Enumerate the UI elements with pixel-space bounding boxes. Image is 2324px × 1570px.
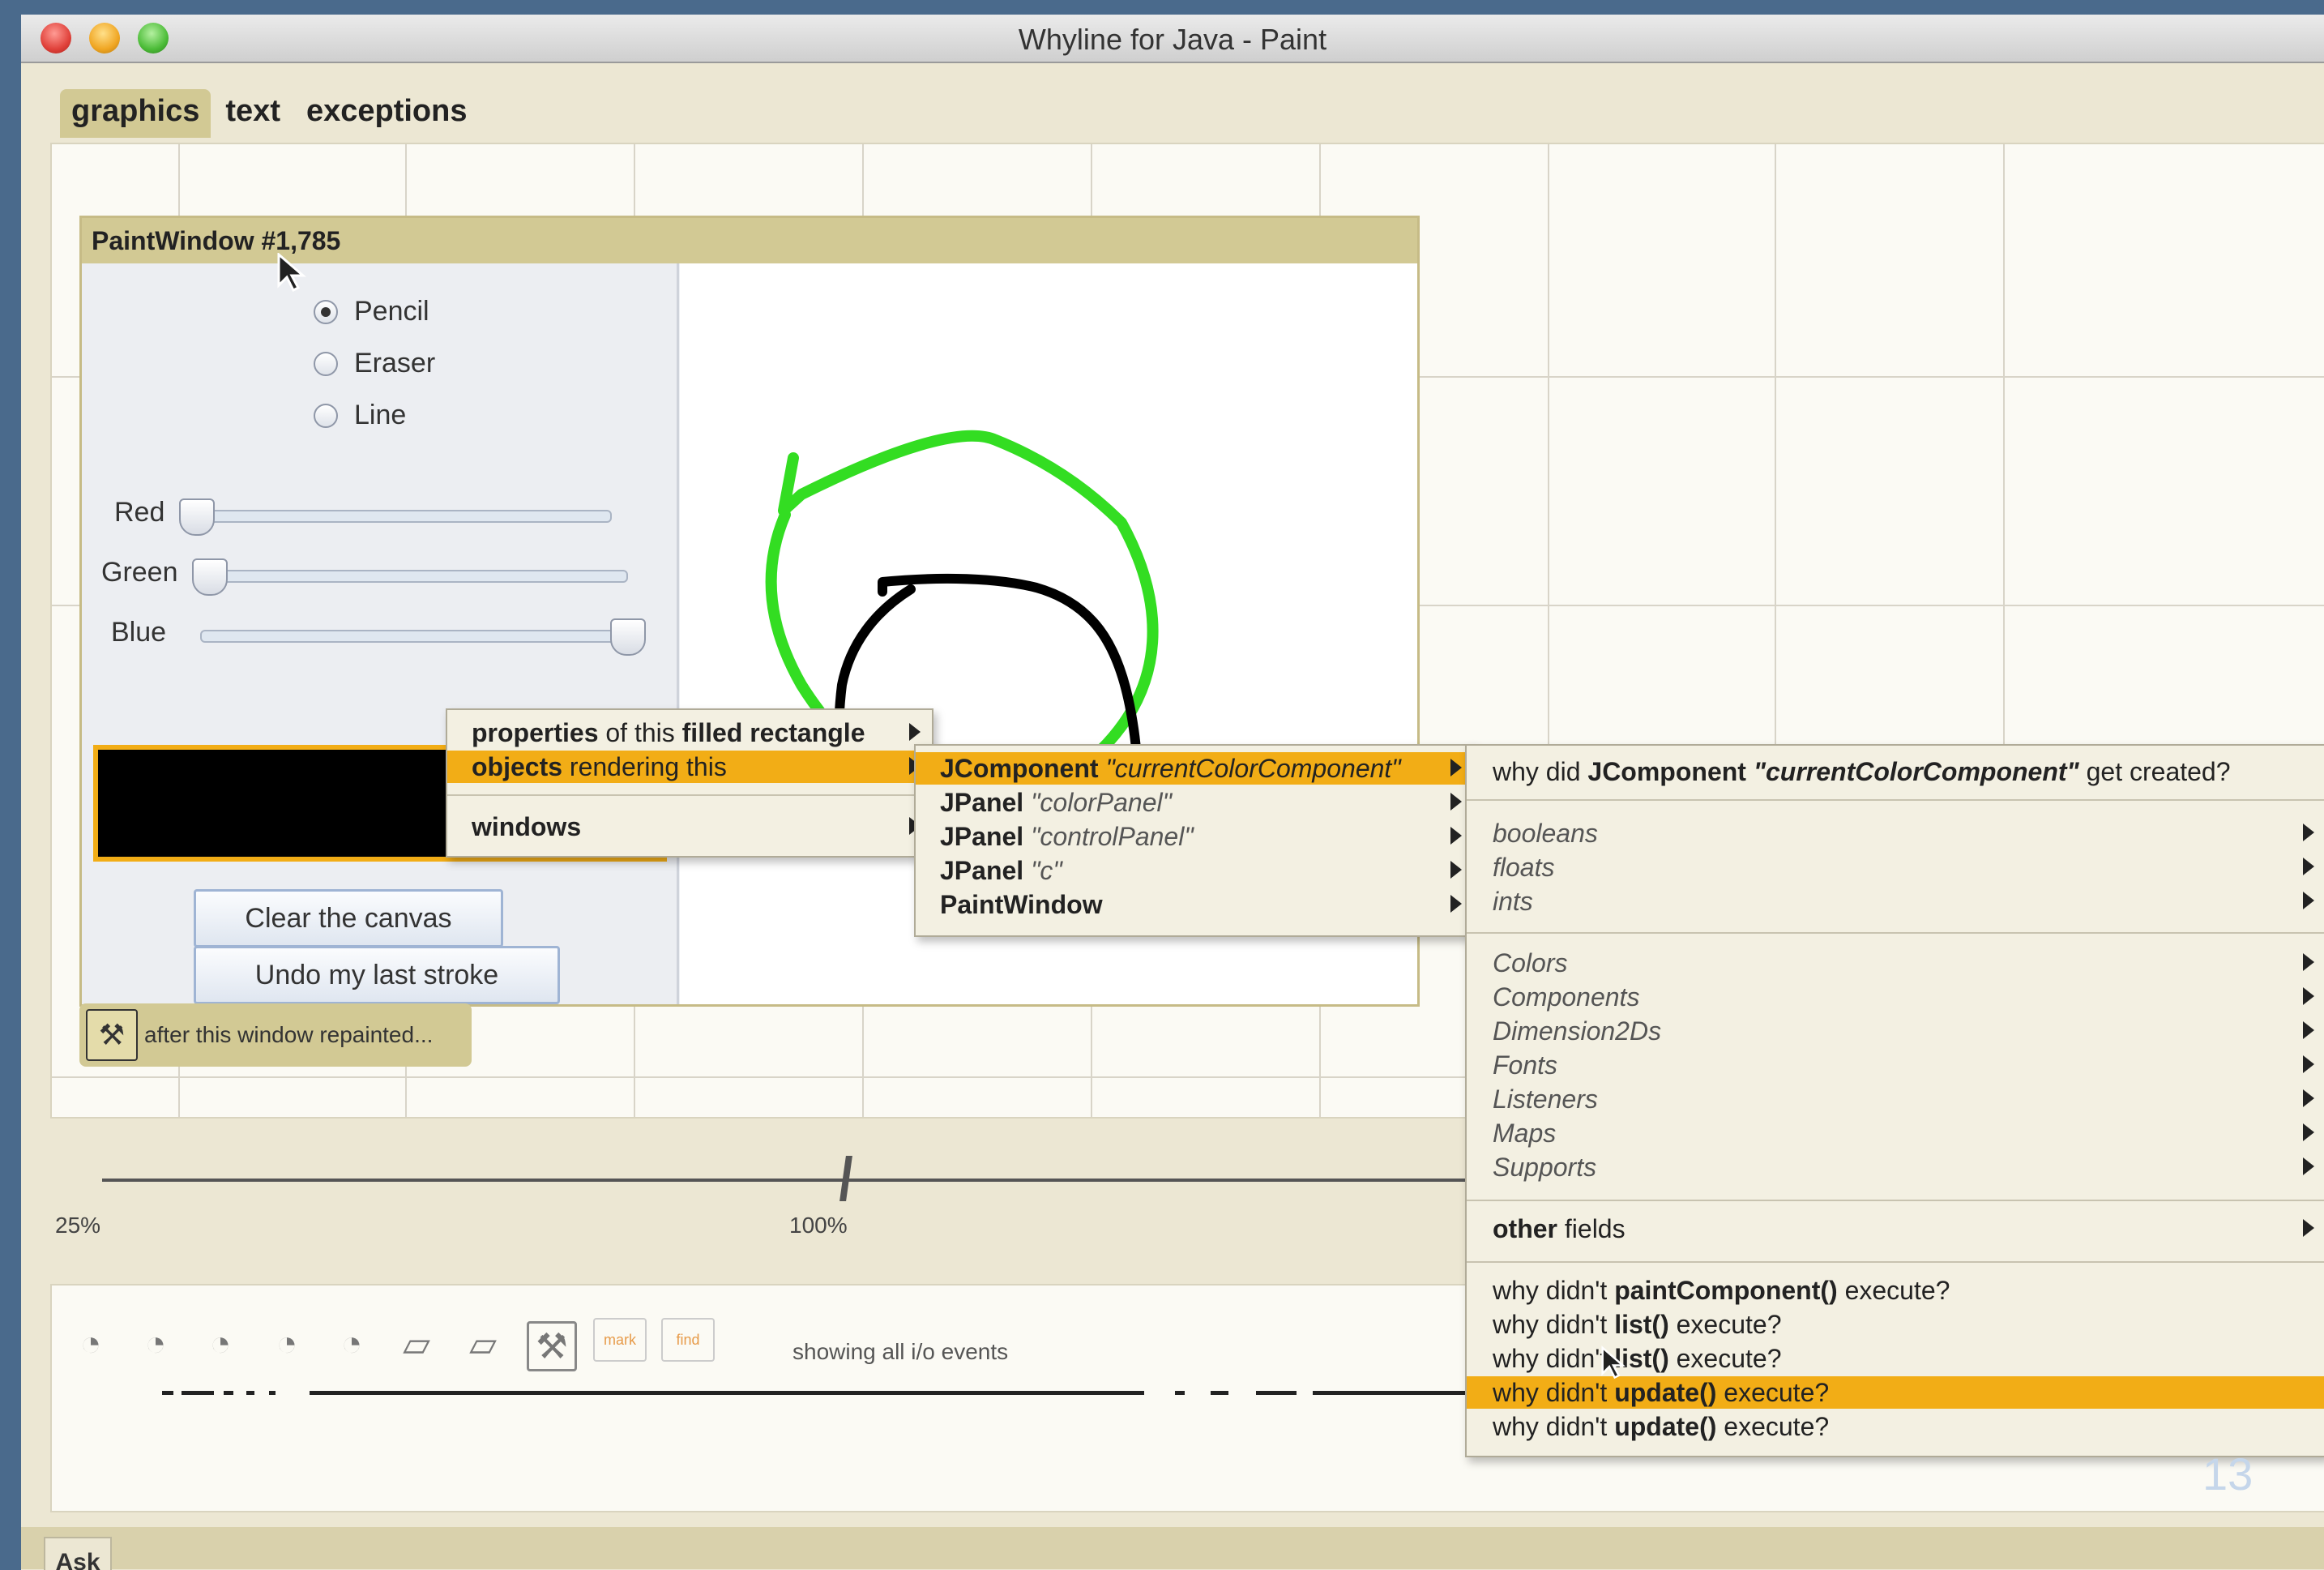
slide-number: 13 <box>2202 1448 2254 1499</box>
menu-item-why-didnt[interactable]: why didn't paintComponent() execute? <box>1467 1274 2324 1307</box>
zoom-mid-label: 100% <box>789 1213 848 1238</box>
window-title: Whyline for Java - Paint <box>1018 23 1327 56</box>
menu-item-windows[interactable]: windows <box>447 811 932 843</box>
submenu-arrow-icon <box>2303 1123 2314 1141</box>
clear-canvas-button[interactable]: Clear the canvas <box>194 889 503 948</box>
menu-item-colors[interactable]: Colors <box>1467 947 2324 979</box>
menu-item-objects-rendering[interactable]: objects rendering this <box>447 751 932 783</box>
green-slider-thumb[interactable] <box>192 558 228 596</box>
submenu-arrow-icon <box>2303 892 2314 909</box>
key-down-filter-icon[interactable]: ▱ <box>394 1321 439 1367</box>
submenu-arrow-icon <box>1450 827 1462 845</box>
menu-item-ints[interactable]: ints <box>1467 885 2324 918</box>
io-events-status: showing all i/o events <box>792 1339 1009 1364</box>
blue-slider-thumb[interactable] <box>610 618 646 656</box>
tool-label: Eraser <box>354 348 436 379</box>
ask-tab[interactable]: Ask <box>44 1537 112 1570</box>
find-button[interactable]: find <box>661 1318 715 1362</box>
menu-item-why-didnt-selected[interactable]: why didn't update() execute? <box>1467 1376 2324 1409</box>
menu-item-other-fields[interactable]: other fields <box>1467 1213 2324 1245</box>
menu-item-maps[interactable]: Maps <box>1467 1117 2324 1149</box>
submenu-arrow-icon <box>1450 793 1462 811</box>
submenu-arrow-icon <box>2303 1021 2314 1039</box>
submenu-arrow-icon <box>2303 1089 2314 1107</box>
menu-item-object[interactable]: JComponent "currentColorComponent" <box>916 752 1473 785</box>
mouse-move-filter-icon[interactable]: ◔ <box>198 1321 243 1367</box>
repaint-filter-icon[interactable]: ⚒ <box>527 1321 577 1371</box>
red-slider-label: Red <box>114 497 165 528</box>
menu-item-object[interactable]: JPanel "controlPanel" <box>916 820 1473 853</box>
mouse-drag-filter-icon[interactable]: ◔ <box>264 1321 310 1367</box>
submenu-arrow-icon <box>2303 987 2314 1005</box>
magic-wand-icon: ⚒ <box>86 1009 138 1061</box>
menu-item-supports[interactable]: Supports <box>1467 1151 2324 1183</box>
submenu-arrow-icon <box>1450 895 1462 913</box>
red-slider-thumb[interactable] <box>179 498 215 536</box>
menu-item-why-didnt[interactable]: why didn't list() execute? <box>1467 1308 2324 1341</box>
green-slider-label: Green <box>101 557 178 588</box>
blue-slider-track[interactable] <box>200 630 646 643</box>
radio-selected-icon <box>314 299 338 324</box>
after-repaint-button[interactable]: ⚒ after this window repainted... <box>79 1003 472 1067</box>
menu-item-dimension2ds[interactable]: Dimension2Ds <box>1467 1015 2324 1047</box>
tool-line-radio[interactable]: Line <box>314 400 406 431</box>
control-panel: Pencil Eraser Line Red Green Blue Clear … <box>82 263 679 1004</box>
menu-item-floats[interactable]: floats <box>1467 851 2324 883</box>
mouse-click-filter-icon[interactable]: ◔ <box>329 1321 374 1367</box>
menu-item-why-created[interactable]: why did JComponent "currentColorComponen… <box>1467 755 2324 788</box>
tool-label: Line <box>354 400 407 430</box>
zoom-slider-track[interactable] <box>102 1179 1496 1182</box>
undo-stroke-button[interactable]: Undo my last stroke <box>194 946 560 1004</box>
zoom-min-label: 25% <box>55 1213 101 1238</box>
submenu-arrow-icon <box>2303 953 2314 971</box>
menu-item-components[interactable]: Components <box>1467 981 2324 1013</box>
menu-item-object[interactable]: PaintWindow <box>916 888 1473 921</box>
green-slider-track[interactable] <box>208 570 628 583</box>
menu-item-booleans[interactable]: booleans <box>1467 817 2324 849</box>
tool-pencil-radio[interactable]: Pencil <box>314 296 429 327</box>
submenu-arrow-icon <box>2303 858 2314 875</box>
submenu-arrow-icon <box>909 723 921 741</box>
menu-item-listeners[interactable]: Listeners <box>1467 1083 2324 1115</box>
mouse-pointer-icon <box>277 253 306 293</box>
after-repaint-label: after this window repainted... <box>144 1022 434 1047</box>
tool-label: Pencil <box>354 296 429 327</box>
mark-button[interactable]: mark <box>593 1318 647 1362</box>
mouse-down-filter-icon[interactable]: ◔ <box>68 1321 113 1367</box>
question-menu[interactable]: properties of this filled rectangle obje… <box>446 708 933 858</box>
radio-unselected-icon <box>314 403 338 428</box>
title-bar: Whyline for Java - Paint <box>21 15 2324 63</box>
mouse-pointer-icon <box>1601 1345 1626 1380</box>
mouse-up-filter-icon[interactable]: ◔ <box>133 1321 178 1367</box>
bottom-bar <box>21 1527 2324 1569</box>
menu-item-object[interactable]: JPanel "colorPanel" <box>916 786 1473 819</box>
submenu-arrow-icon <box>1450 759 1462 776</box>
tab-graphics[interactable]: graphics <box>60 89 211 138</box>
submenu-arrow-icon <box>2303 1157 2314 1175</box>
menu-item-why-didnt[interactable]: why didn't update() execute? <box>1467 1410 2324 1443</box>
objects-submenu[interactable]: JComponent "currentColorComponent" JPane… <box>914 744 1475 937</box>
questions-submenu[interactable]: why did JComponent "currentColorComponen… <box>1465 744 2324 1457</box>
submenu-arrow-icon <box>2303 824 2314 841</box>
tool-eraser-radio[interactable]: Eraser <box>314 348 435 379</box>
submenu-arrow-icon <box>1450 861 1462 879</box>
blue-slider-label: Blue <box>111 617 167 648</box>
radio-unselected-icon <box>314 351 338 376</box>
tab-exceptions[interactable]: exceptions <box>295 89 479 138</box>
tab-text[interactable]: text <box>214 89 292 138</box>
menu-item-fonts[interactable]: Fonts <box>1467 1049 2324 1081</box>
menu-item-properties[interactable]: properties of this filled rectangle <box>447 717 932 749</box>
submenu-arrow-icon <box>2303 1219 2314 1237</box>
view-tabs: graphics text exceptions <box>60 89 482 138</box>
menu-item-object[interactable]: JPanel "c" <box>916 854 1473 887</box>
red-slider-track[interactable] <box>195 510 612 523</box>
submenu-arrow-icon <box>2303 1055 2314 1073</box>
key-up-filter-icon[interactable]: ▱ <box>460 1321 506 1367</box>
menu-item-why-didnt[interactable]: why didn't list() execute? <box>1467 1342 2324 1375</box>
